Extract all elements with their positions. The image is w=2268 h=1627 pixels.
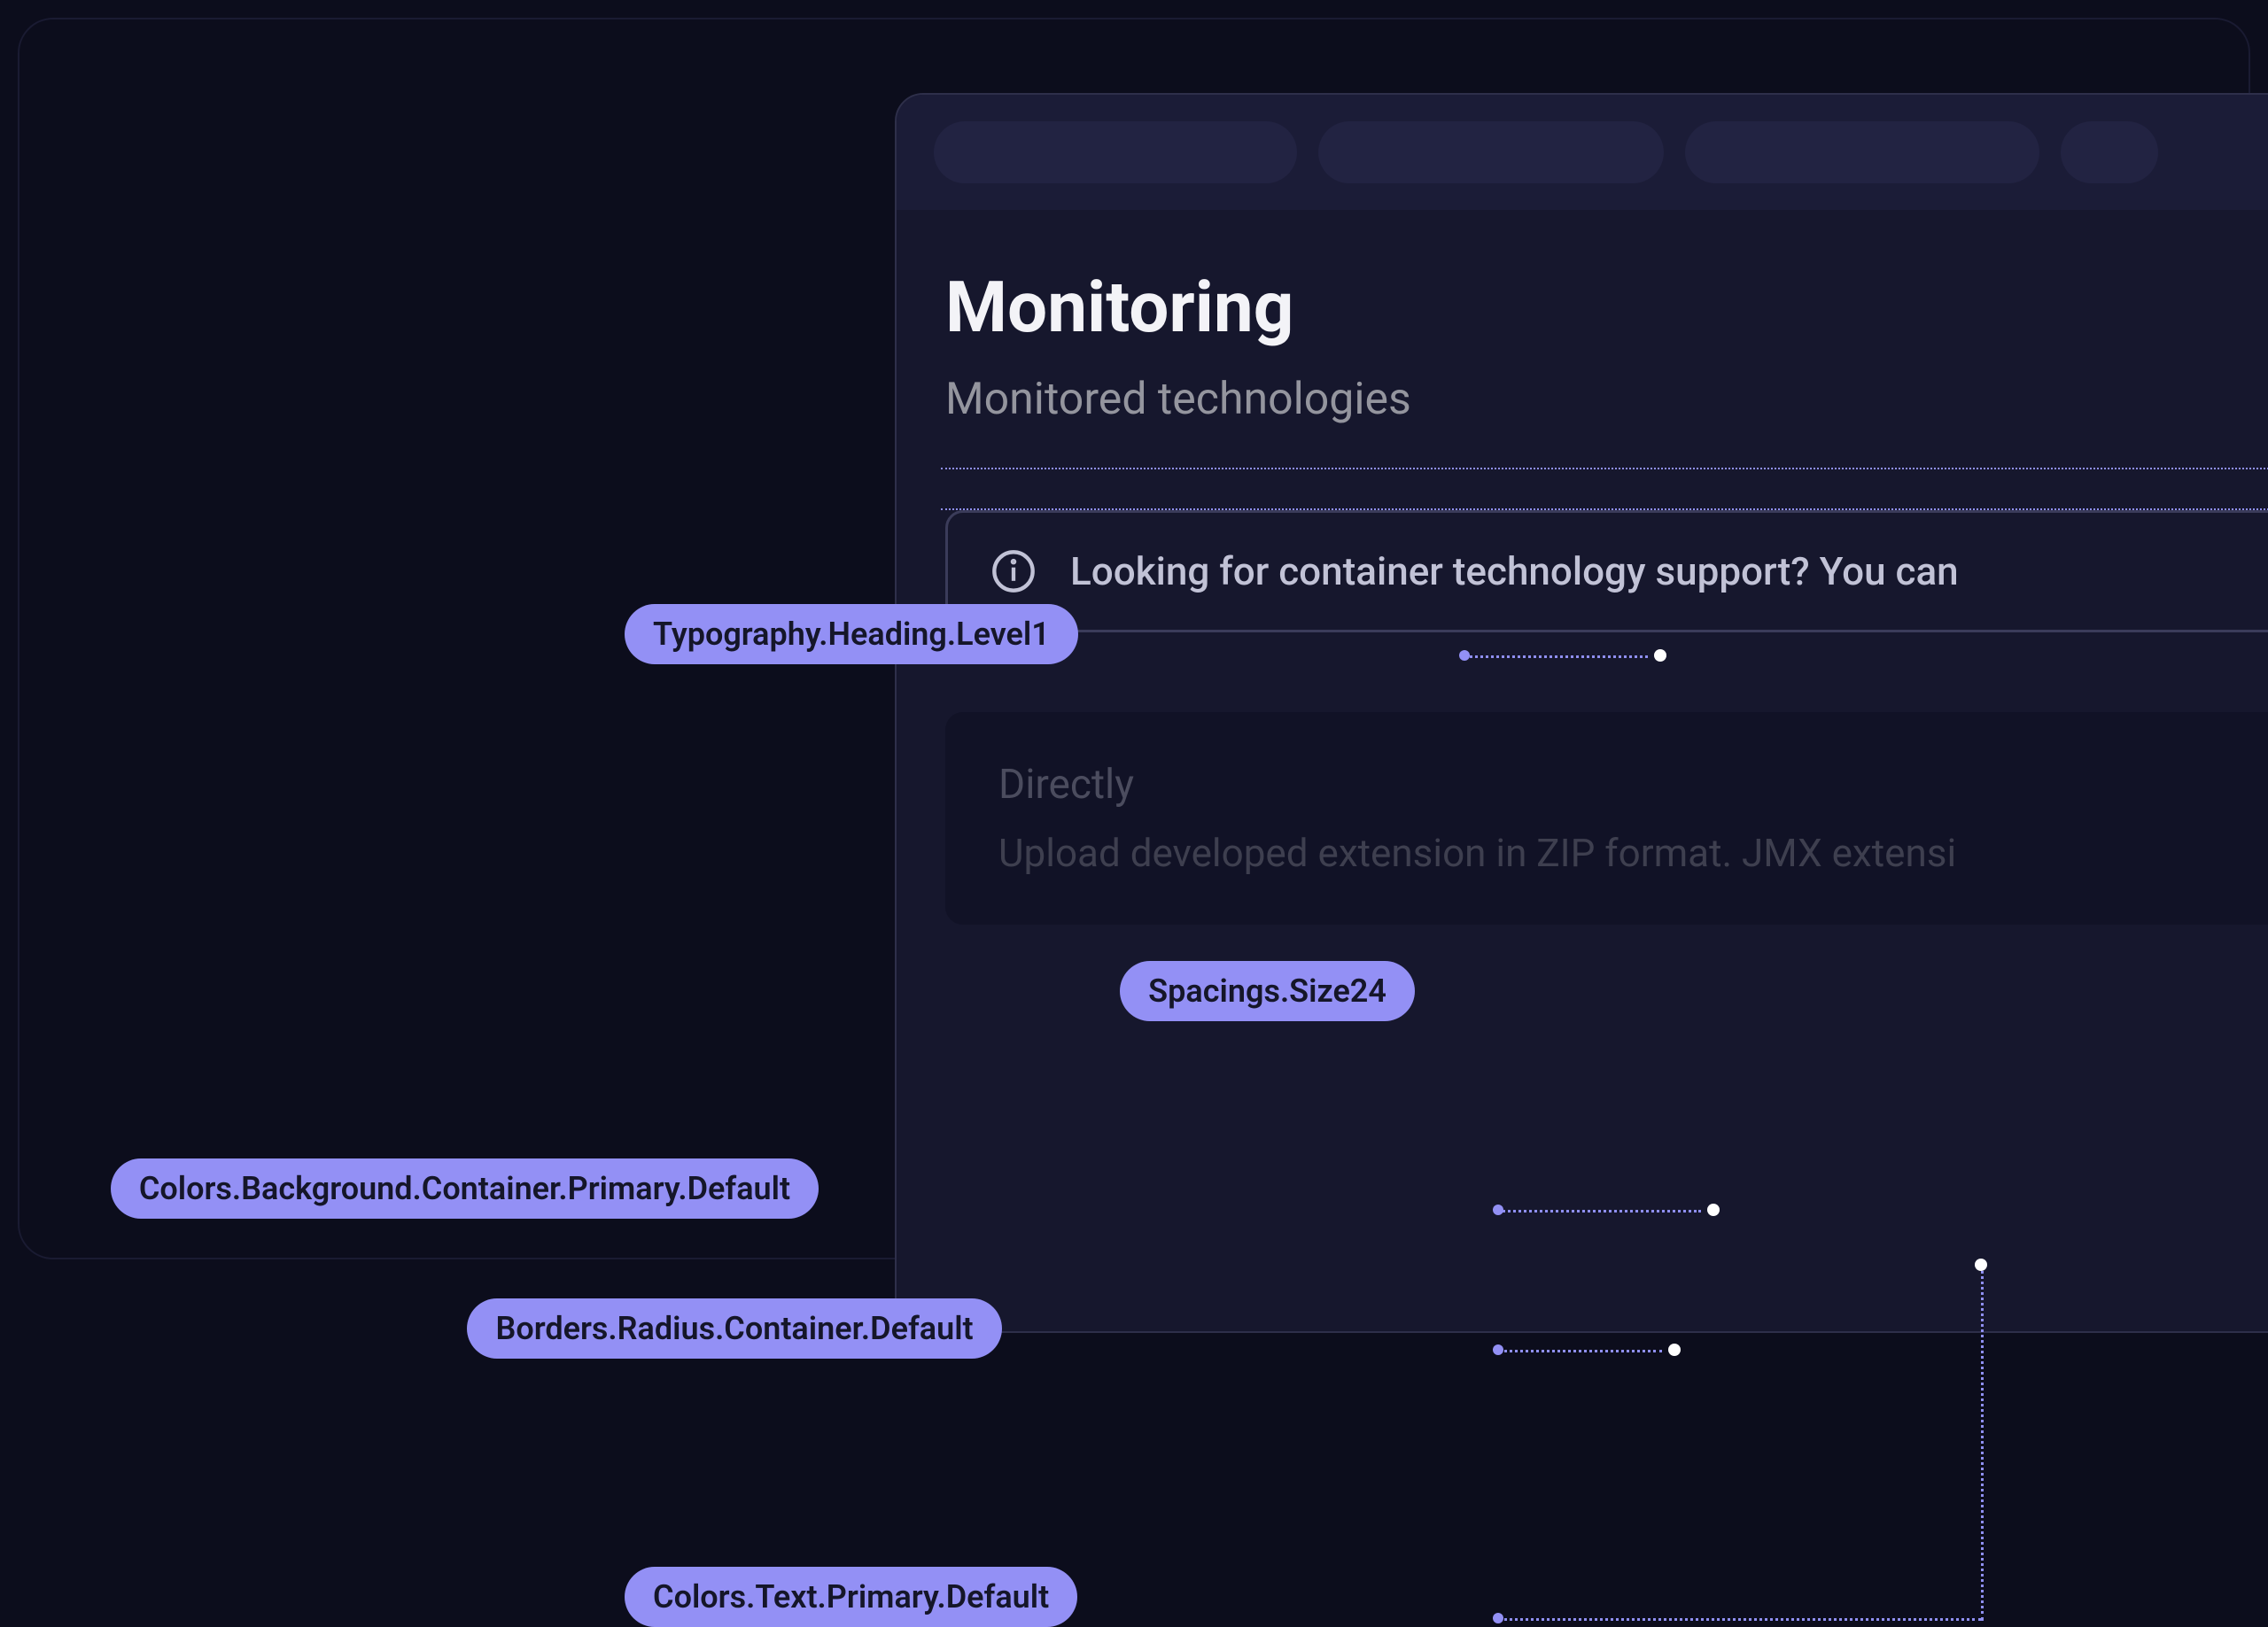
info-icon	[990, 548, 1037, 594]
spacing-marker	[941, 468, 2268, 510]
page-subheading: Monitored technologies	[945, 374, 2268, 425]
token-border-radius: Borders.Radius.Container.Default	[467, 1298, 1001, 1359]
ui-window-mockup: Monitoring Monitored technologies Lookin…	[895, 93, 2268, 1333]
connector-origin	[1459, 650, 1470, 661]
info-text: Looking for container technology support…	[1070, 548, 1959, 594]
connector-endpoint	[1975, 1259, 1987, 1271]
connector-origin	[1493, 1205, 1503, 1215]
secondary-panel: Directly Upload developed extension in Z…	[945, 712, 2268, 925]
connector	[1464, 655, 1648, 658]
secondary-desc: Upload developed extension in ZIP format…	[998, 830, 2268, 876]
content-area: Monitoring Monitored technologies Lookin…	[897, 210, 2268, 987]
tab-placeholder	[1318, 121, 1664, 183]
tab-bar	[897, 95, 2268, 210]
connector-endpoint	[1654, 649, 1666, 662]
connector	[1981, 1265, 1984, 1622]
info-panel: Looking for container technology support…	[945, 510, 2268, 632]
tab-placeholder	[934, 121, 1297, 183]
tab-placeholder	[1685, 121, 2039, 183]
token-bg-container: Colors.Background.Container.Primary.Defa…	[111, 1158, 819, 1219]
connector-endpoint	[1668, 1344, 1681, 1356]
token-text-primary: Colors.Text.Primary.Default	[625, 1567, 1077, 1627]
connector	[1498, 1210, 1701, 1213]
token-spacing: Spacings.Size24	[1120, 961, 1415, 1021]
connector	[1498, 1618, 1981, 1621]
connector-endpoint	[1707, 1204, 1720, 1216]
secondary-title: Directly	[998, 761, 2268, 809]
connector	[1498, 1350, 1662, 1352]
connector-origin	[1493, 1344, 1503, 1355]
tab-placeholder	[2061, 121, 2158, 183]
page-heading: Monitoring	[945, 272, 2268, 343]
token-typography-heading: Typography.Heading.Level1	[625, 604, 1078, 664]
connector-origin	[1493, 1613, 1503, 1623]
